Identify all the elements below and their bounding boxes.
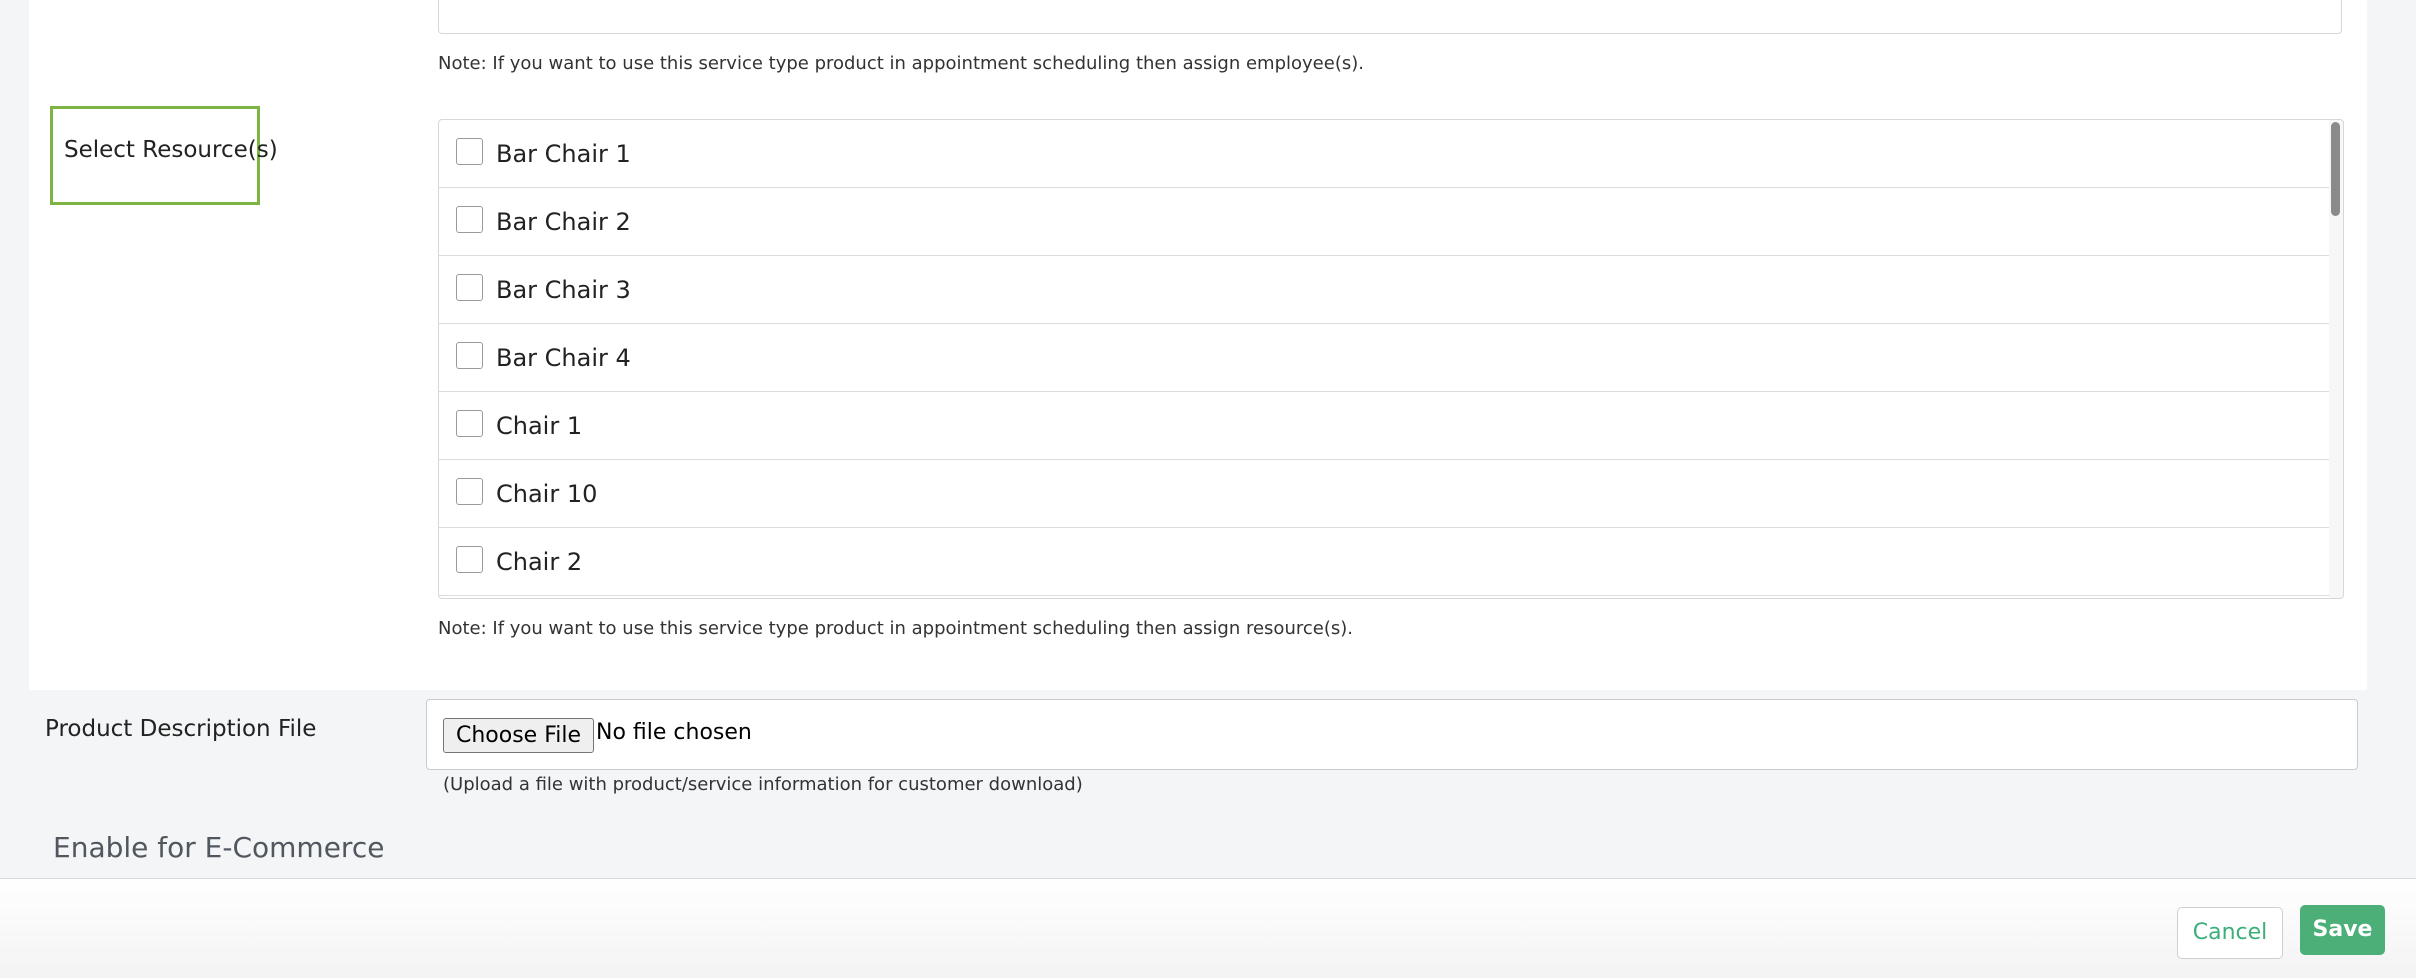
list-item-label: Chair 2	[496, 548, 583, 576]
list-item-label: Chair 10	[496, 480, 598, 508]
checkbox[interactable]	[456, 274, 483, 301]
ecommerce-heading: Enable for E-Commerce	[53, 831, 385, 864]
choose-file-button[interactable]: Choose File	[443, 718, 595, 753]
resource-list[interactable]: Bar Chair 1 Bar Chair 2 Bar Chair 3 Bar …	[438, 119, 2344, 599]
checkbox[interactable]	[456, 478, 483, 505]
list-item-label: Bar Chair 4	[496, 344, 631, 372]
file-status: No file chosen	[596, 720, 752, 745]
cancel-button[interactable]: Cancel	[2177, 907, 2283, 959]
scrollbar-thumb[interactable]	[2331, 122, 2340, 216]
resources-note: Note: If you want to use this service ty…	[438, 618, 1353, 639]
list-item[interactable]: Chair 2	[439, 528, 2331, 596]
list-item-label: Chair 1	[496, 412, 583, 440]
upload-hint: (Upload a file with product/service info…	[443, 774, 1083, 795]
list-scrollbar[interactable]	[2329, 120, 2343, 598]
select-resources-label-box: Select Resource(s)	[50, 106, 278, 205]
file-input[interactable]: Choose File No file chosen	[426, 699, 2358, 770]
checkbox[interactable]	[456, 410, 483, 437]
list-item-label: Bar Chair 1	[496, 140, 631, 168]
employees-note: Note: If you want to use this service ty…	[438, 53, 1364, 74]
product-description-file-label: Product Description File	[45, 716, 317, 742]
list-item-label: Bar Chair 2	[496, 208, 631, 236]
checkbox[interactable]	[456, 138, 483, 165]
save-button[interactable]: Save	[2300, 905, 2385, 955]
checkbox[interactable]	[456, 206, 483, 233]
list-item[interactable]: Chair 10	[439, 460, 2331, 528]
list-item[interactable]: Chair 1	[439, 392, 2331, 460]
select-resources-label: Select Resource(s)	[64, 137, 278, 163]
list-item[interactable]: Bar Chair 4	[439, 324, 2331, 392]
list-item[interactable]: Bar Chair 1	[439, 120, 2331, 188]
employee-list-box[interactable]	[438, 0, 2342, 34]
list-item[interactable]: Bar Chair 3	[439, 256, 2331, 324]
list-item-label: Bar Chair 3	[496, 276, 631, 304]
footer-bar: Cancel Save	[0, 878, 2416, 978]
checkbox[interactable]	[456, 546, 483, 573]
list-item[interactable]: Bar Chair 2	[439, 188, 2331, 256]
checkbox[interactable]	[456, 342, 483, 369]
